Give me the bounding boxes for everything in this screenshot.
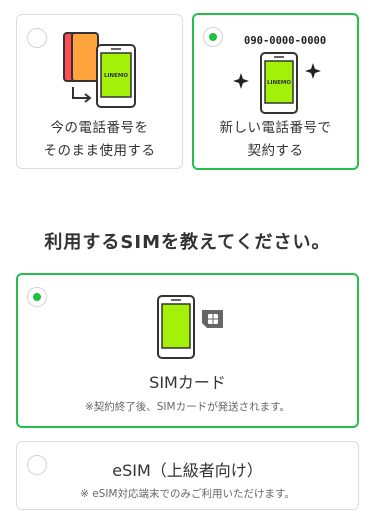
sim-card-label: SIMカード (149, 373, 226, 392)
new-number-radio[interactable] (203, 27, 223, 47)
phone-screen-label: LINEMO (104, 73, 128, 79)
phone-with-sim-illustration (157, 295, 223, 359)
sim-section-title: 利用するSIMを教えてください。 (44, 232, 331, 253)
sim-card-note: ※契約終了後、SIMカードが発送されます。 (84, 401, 291, 413)
keep-number-line2: そのまま使用する (43, 143, 156, 159)
sparkle-icon-2 (305, 63, 321, 79)
new-number-line2: 契約する (247, 143, 304, 159)
option-sim-card[interactable]: SIMカード ※契約終了後、SIMカードが発送されます。 (16, 273, 359, 428)
new-number-line1: 新しい電話番号で (219, 120, 332, 136)
esim-note: ※ eSIM対応端末でのみご利用いただけます。 (80, 488, 295, 500)
option-new-number-card[interactable]: 090-0000-0000 LINEMO 新しい電話番号で 契約する (192, 13, 359, 170)
option-keep-number-card[interactable]: LINEMO 今の電話番号を そのまま使用する (16, 14, 183, 169)
phone-transfer-illustration: LINEMO (63, 32, 136, 108)
option-esim-card[interactable]: eSIM（上級者向け） ※ eSIM対応端末でのみご利用いただけます。 (16, 441, 359, 510)
new-phone-illustration: LINEMO (233, 52, 321, 114)
keep-number-radio[interactable] (27, 28, 47, 48)
keep-number-line1: 今の電話番号を (50, 120, 149, 136)
esim-label: eSIM（上級者向け） (112, 461, 263, 480)
phone-screen-label: LINEMO (267, 80, 291, 86)
phone-number-text: 090-0000-0000 (244, 35, 327, 47)
sparkle-icon (233, 73, 249, 89)
sim-card-radio[interactable] (27, 287, 47, 307)
